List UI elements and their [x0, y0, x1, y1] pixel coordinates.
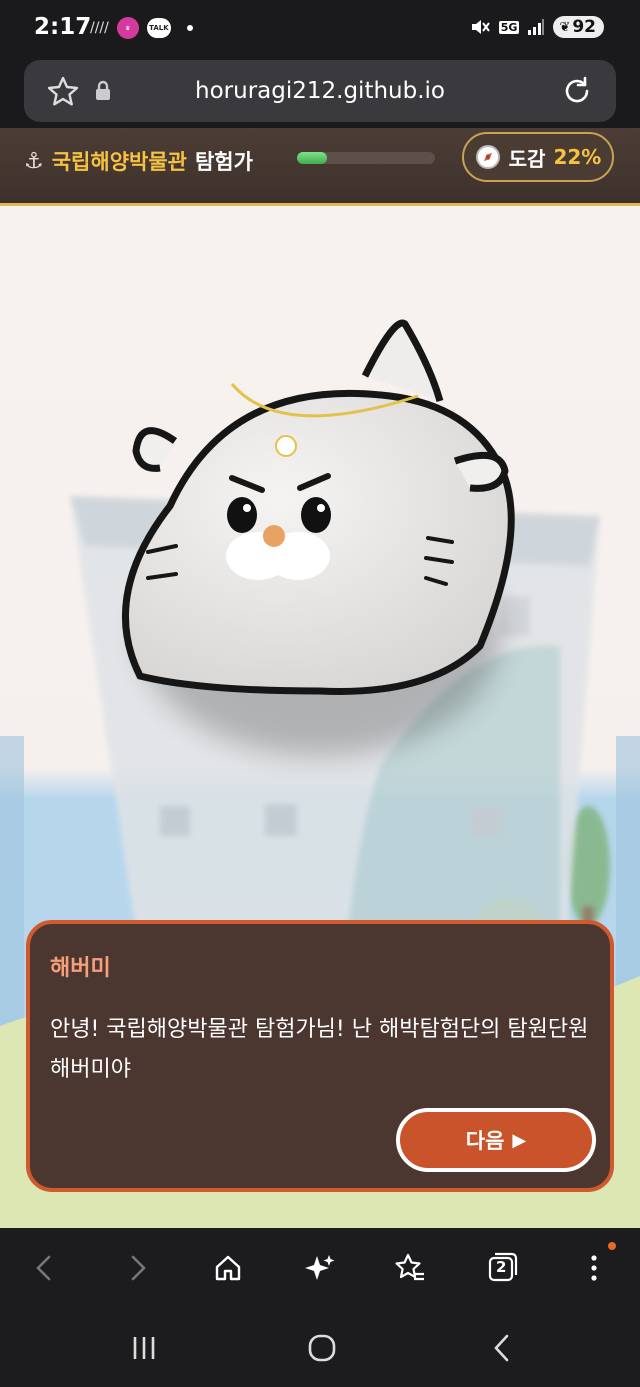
title-museum: 국립해양박물관: [51, 150, 187, 174]
recent-apps-button[interactable]: [124, 1328, 164, 1368]
title-explorer: 탐험가: [194, 150, 253, 174]
status-time: 2:17: [34, 14, 92, 40]
play-triangle-icon: ▶: [512, 1129, 527, 1151]
ai-assist-button[interactable]: [300, 1248, 340, 1288]
back-button[interactable]: [24, 1248, 64, 1288]
game-header: ⚓ 국립해양박물관 탐험가 도감 22%: [0, 128, 640, 206]
battery-indicator: ❦ 92: [553, 16, 604, 38]
battery-level: 92: [572, 17, 596, 37]
more-vertical-icon: [591, 1255, 597, 1281]
next-button[interactable]: 다음 ▶: [396, 1108, 596, 1172]
battery-leaf-icon: ❦: [559, 19, 571, 35]
dialog-text: 안녕! 국립해양박물관 탐험가님! 난 해박탐험단의 탐원단원 해버미야: [50, 1017, 589, 1082]
kakaotalk-icon: TALK: [146, 18, 171, 38]
update-dot: [608, 1242, 616, 1250]
mute-icon: [471, 20, 490, 34]
exploration-progress-bar: [297, 152, 435, 164]
url-text[interactable]: horuragi212.github.io: [24, 78, 616, 104]
forward-chevron-icon: [131, 1255, 146, 1281]
compass-icon: [475, 145, 500, 169]
encyclopedia-label: 도감: [508, 146, 546, 171]
system-nav-bar: [0, 1308, 640, 1387]
back-chevron-icon: [36, 1255, 51, 1281]
next-button-label: 다음: [465, 1129, 505, 1153]
reload-icon[interactable]: [560, 74, 594, 108]
bookmarks-button[interactable]: [390, 1248, 430, 1288]
speaker-name: 해버미: [50, 956, 111, 981]
bookmarks-star-list-icon: [395, 1253, 424, 1281]
more-menu-button[interactable]: [574, 1248, 614, 1288]
queen-good-app-icon: ♛: [116, 17, 139, 39]
browser-address-area: horuragi212.github.io: [0, 58, 640, 128]
home-circle-icon: [308, 1334, 336, 1362]
forward-button[interactable]: [118, 1248, 158, 1288]
sparkle-icon: [305, 1255, 335, 1280]
network-type: 5G: [498, 20, 520, 34]
game-title: ⚓ 국립해양박물관 탐험가: [24, 146, 253, 176]
recent-apps-icon: [133, 1337, 155, 1359]
data-saver-icon: ////: [90, 20, 109, 36]
status-bar: 2:17 //// ♛ TALK 5G ❦ 92: [0, 0, 640, 58]
home-icon: [215, 1255, 241, 1281]
tab-count: 2: [496, 1258, 507, 1276]
tabs-button[interactable]: 2: [482, 1248, 522, 1288]
encyclopedia-button[interactable]: 도감 22%: [462, 132, 614, 182]
address-bar[interactable]: horuragi212.github.io: [24, 60, 616, 122]
back-nav-button[interactable]: [482, 1328, 522, 1368]
progress-fill: [297, 152, 328, 164]
dialog-box: 해버미 안녕! 국립해양박물관 탐험가님! 난 해박탐험단의 탐원단원 해버미야…: [26, 920, 614, 1192]
notification-dot: [186, 25, 193, 31]
home-button[interactable]: [208, 1248, 248, 1288]
browser-toolbar: 2: [0, 1228, 640, 1308]
home-nav-button[interactable]: [302, 1328, 342, 1368]
encyclopedia-percent: 22%: [553, 145, 602, 169]
anchor-icon: ⚓: [24, 148, 44, 174]
status-notification-icons: //// ♛ TALK: [90, 17, 193, 39]
signal-icon: [528, 19, 545, 35]
status-system-icons: 5G ❦ 92: [469, 16, 604, 38]
back-nav-icon: [494, 1334, 509, 1362]
